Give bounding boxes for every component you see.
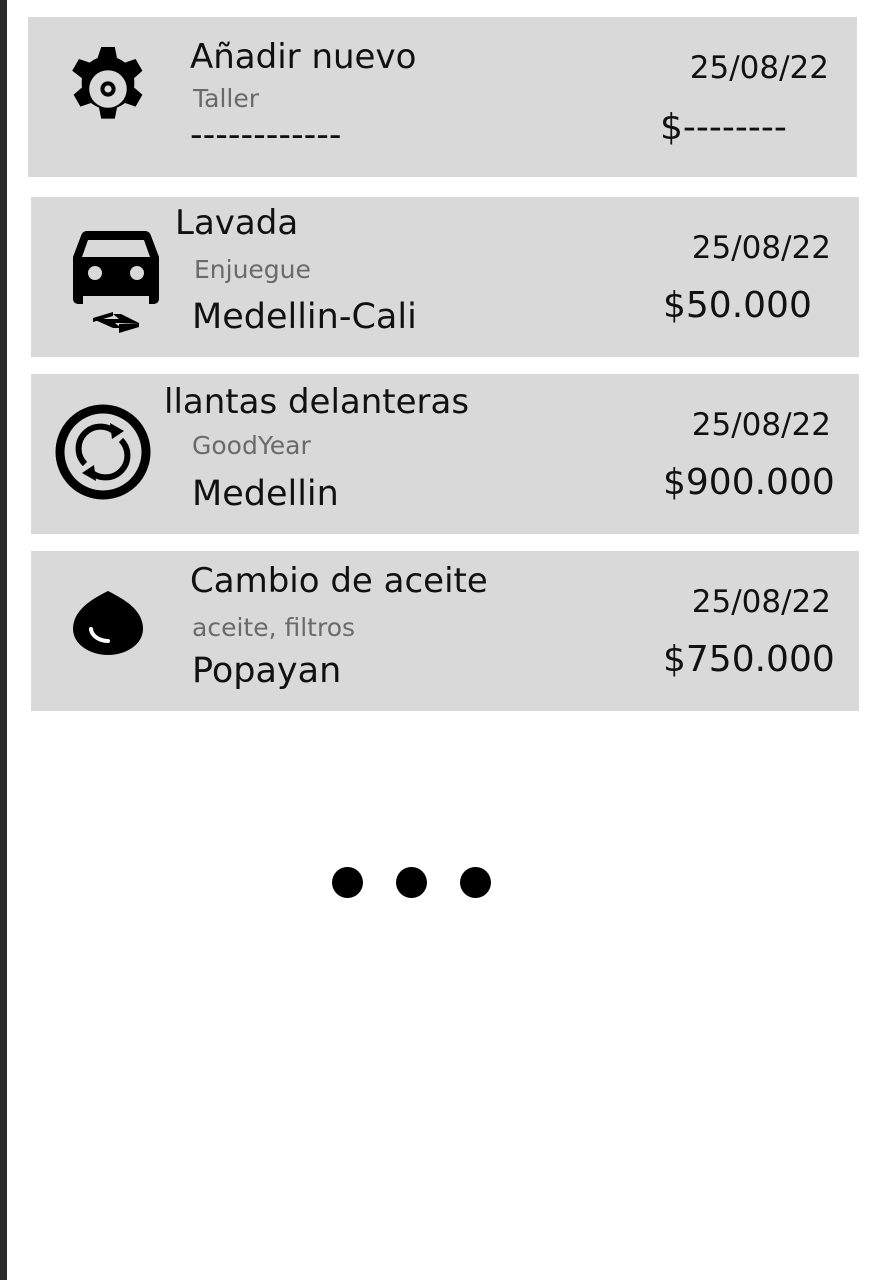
more-options-dots[interactable] xyxy=(330,867,494,899)
left-edge-bar xyxy=(0,0,7,1280)
entry-price: $750.000 xyxy=(663,639,835,680)
entry-title: Cambio de aceite xyxy=(190,561,488,601)
gear-icon xyxy=(56,41,160,141)
dot-icon xyxy=(396,867,427,898)
sync-icon xyxy=(54,402,152,506)
entry-location: Medellin-Cali xyxy=(192,297,417,337)
dot-icon xyxy=(332,867,363,898)
add-new-card[interactable]: Añadir nuevo Taller ------------ 25/08/2… xyxy=(28,17,857,177)
entry-date: 25/08/22 xyxy=(689,50,829,86)
entry-price: $-------- xyxy=(660,107,787,148)
entry-subtitle: GoodYear xyxy=(192,431,311,460)
entry-title: llantas delanteras xyxy=(164,382,470,422)
entry-location: ------------ xyxy=(190,115,342,155)
service-card-aceite[interactable]: Cambio de aceite aceite, filtros Popayan… xyxy=(31,551,859,711)
oil-drop-icon xyxy=(71,589,145,661)
entry-date: 25/08/22 xyxy=(691,584,831,620)
entry-price: $50.000 xyxy=(663,285,812,326)
service-card-lavada[interactable]: Lavada Enjuegue Medellin-Cali 25/08/22 $… xyxy=(31,197,859,357)
entry-date: 25/08/22 xyxy=(691,407,831,443)
entry-location: Medellin xyxy=(192,474,339,514)
entry-title: Añadir nuevo xyxy=(190,37,417,77)
entry-subtitle: Taller xyxy=(193,84,260,113)
entry-subtitle: Enjuegue xyxy=(194,255,311,284)
entry-location: Popayan xyxy=(192,651,342,691)
entry-date: 25/08/22 xyxy=(691,230,831,266)
entry-title: Lavada xyxy=(175,203,299,243)
dot-icon xyxy=(460,867,491,898)
entry-subtitle: aceite, filtros xyxy=(192,613,356,642)
service-card-llantas[interactable]: llantas delanteras GoodYear Medellin 25/… xyxy=(31,374,859,534)
entry-price: $900.000 xyxy=(663,462,835,503)
car-wash-icon xyxy=(71,227,161,341)
